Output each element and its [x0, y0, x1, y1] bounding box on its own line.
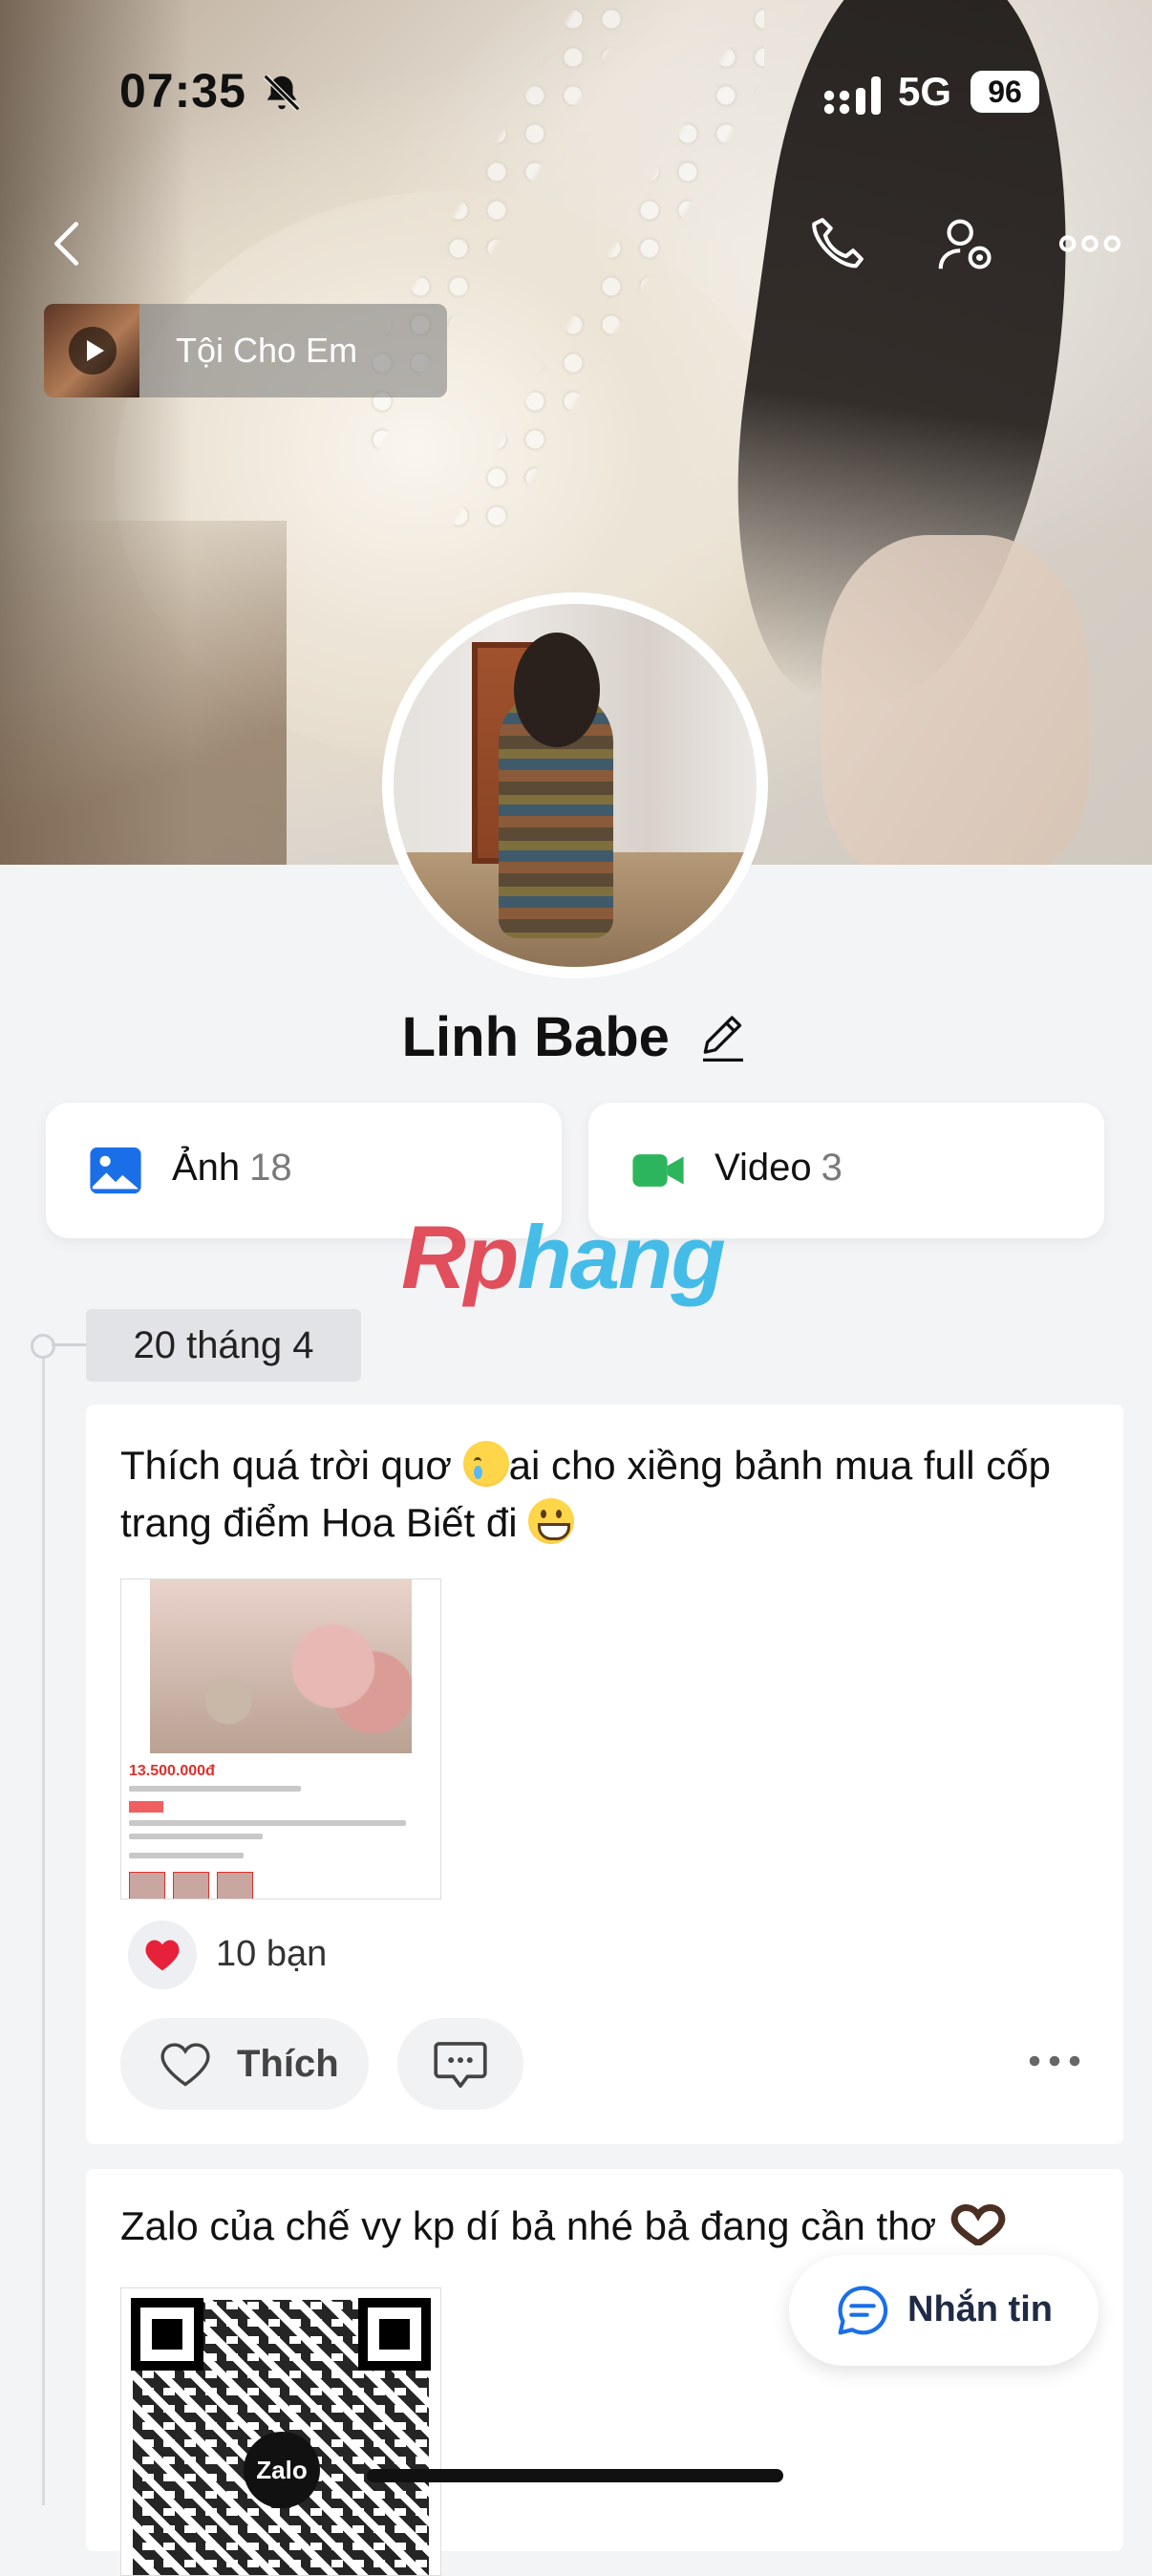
grinning-face-emoji [528, 1498, 575, 1544]
play-icon[interactable] [69, 327, 117, 375]
back-icon[interactable] [34, 210, 101, 277]
avatar-head [514, 633, 600, 747]
watermark-part-2: hang [517, 1207, 726, 1307]
post-image-text-line [129, 1786, 301, 1792]
like-label: Thích [237, 2043, 339, 2085]
avatar-photo [394, 604, 757, 967]
qr-finder [358, 2298, 431, 2371]
comment-button[interactable] [397, 2018, 523, 2110]
videos-count: 3 [821, 1147, 843, 1189]
timeline-line [42, 1345, 45, 2505]
chat-icon [838, 2286, 888, 2335]
edit-name-icon[interactable] [696, 1011, 750, 1064]
qr-code-image[interactable]: Zalo [120, 2287, 441, 2576]
crying-face-emoji [462, 1441, 509, 1487]
post-image-text-line [129, 1834, 263, 1839]
post-image-text-line [129, 1820, 406, 1826]
reaction-count: 10 bạn [216, 1934, 328, 1974]
videos-label: Video 3 [715, 1147, 843, 1190]
post-image-photo [150, 1579, 412, 1753]
timeline-date: 20 tháng 4 [86, 1309, 361, 1382]
photos-count: 18 [249, 1147, 292, 1189]
music-title: Tội Cho Em [176, 331, 358, 370]
cover-pearls [363, 0, 764, 535]
heart-icon [145, 1940, 180, 1971]
post-more-icon[interactable] [1026, 2047, 1083, 2075]
post-image-tag [129, 1801, 163, 1813]
video-icon [632, 1154, 684, 1187]
like-button[interactable]: Thích [120, 2018, 369, 2110]
phone-icon[interactable] [804, 210, 871, 277]
message-button-label: Nhắn tin [907, 2289, 1053, 2329]
profile-music-player[interactable]: Tội Cho Em [44, 304, 447, 397]
reaction-bubble [128, 1921, 197, 1989]
watermark-part-1: Rp [401, 1207, 519, 1307]
post-text: Thích quá trời quơ ai cho xiềng bảnh mua… [120, 1437, 1095, 1552]
zalo-logo: Zalo [244, 2432, 320, 2508]
profile-name: Linh Babe [401, 1006, 670, 1068]
status-time: 07:35 [119, 64, 246, 118]
post-card[interactable]: Thích quá trời quơ ai cho xiềng bảnh mua… [86, 1405, 1123, 2144]
post-image-thumb [173, 1872, 209, 1899]
heart-hands-emoji [950, 2204, 1006, 2245]
timeline-dot [31, 1334, 55, 1359]
post-image[interactable]: 13.500.000đ [120, 1578, 441, 1900]
heart-outline-icon [160, 2043, 210, 2087]
avatar[interactable] [382, 592, 768, 978]
cover-floor [0, 521, 287, 865]
watermark-logo: Rphang [401, 1206, 726, 1309]
post-text-part-1: Zalo của chế vy kp dí bả nhé bả đang cần… [120, 2203, 948, 2248]
cover-arm [821, 535, 1089, 865]
profile-name-row: Linh Babe [0, 1005, 1152, 1069]
post-image-thumb [129, 1872, 165, 1899]
comment-icon [434, 2042, 487, 2088]
photo-icon [90, 1147, 141, 1194]
videos-label-text: Video [715, 1147, 812, 1189]
bell-off-icon [263, 74, 301, 112]
profile-settings-icon[interactable] [932, 210, 999, 277]
more-options-icon[interactable] [1056, 210, 1123, 277]
message-button[interactable]: Nhắn tin [789, 2255, 1099, 2366]
battery-indicator: 96 [971, 71, 1039, 113]
post-image-thumb [217, 1872, 253, 1899]
post-text-part-1: Thích quá trời quơ [120, 1443, 463, 1488]
qr-finder [131, 2298, 203, 2371]
timeline-tick [52, 1343, 88, 1346]
post-image-text-line [129, 1853, 244, 1858]
post-image-price: 13.500.000đ [129, 1763, 215, 1779]
post-text: Zalo của chế vy kp dí bả nhé bả đang cần… [120, 2198, 1095, 2255]
home-indicator[interactable] [367, 2469, 783, 2482]
photos-label: Ảnh 18 [172, 1147, 292, 1190]
photos-label-text: Ảnh [172, 1147, 241, 1189]
signal-icon [823, 76, 881, 115]
network-type: 5G [898, 69, 952, 114]
